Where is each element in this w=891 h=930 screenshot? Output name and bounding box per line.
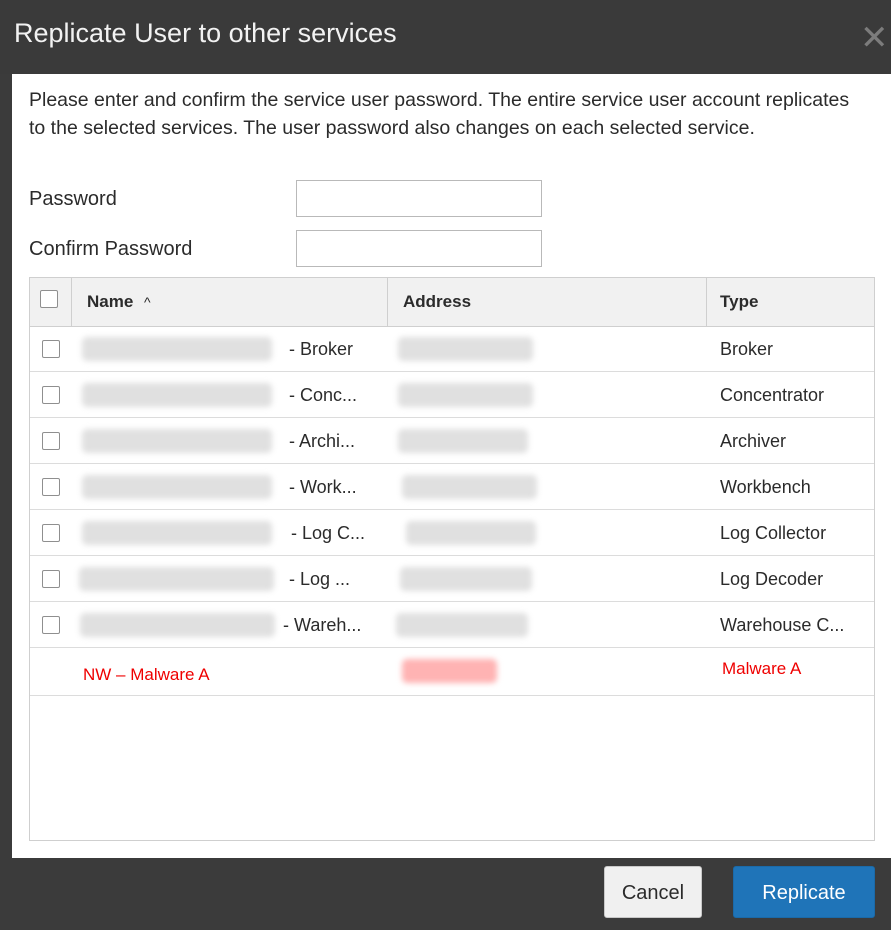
table-row[interactable]: - Conc... Concentrator (30, 372, 874, 418)
table-row[interactable]: - Log C... Log Collector (30, 510, 874, 556)
dialog-titlebar: Replicate User to other services ✕ (0, 0, 891, 74)
redacted-name (80, 613, 275, 637)
service-type: Archiver (720, 431, 787, 451)
select-all-checkbox[interactable] (40, 290, 58, 308)
highlight-service-name: NW – Malware A (83, 665, 210, 684)
sort-ascending-icon: ^ (144, 294, 151, 310)
row-checkbox[interactable] (42, 340, 60, 358)
highlight-service-type: Malware A (722, 659, 802, 678)
redacted-name (82, 475, 272, 499)
redacted-address (398, 429, 528, 453)
service-name-suffix: - Work... (289, 477, 357, 497)
redacted-address (398, 383, 533, 407)
redacted-name (79, 567, 274, 591)
row-checkbox[interactable] (42, 616, 60, 634)
column-header-name[interactable]: Name ^ (87, 278, 387, 326)
redacted-address (396, 613, 528, 637)
table-row[interactable]: - Archi... Archiver (30, 418, 874, 464)
redacted-address (402, 659, 497, 683)
row-checkbox[interactable] (42, 524, 60, 542)
row-checkbox[interactable] (42, 478, 60, 496)
column-header-name-label: Name (87, 292, 134, 311)
row-checkbox[interactable] (42, 386, 60, 404)
redacted-address (406, 521, 536, 545)
service-type: Broker (720, 339, 774, 359)
column-header-address[interactable]: Address (403, 278, 703, 326)
redacted-name (82, 337, 272, 361)
column-divider (706, 278, 707, 326)
row-checkbox[interactable] (42, 570, 60, 588)
service-name-suffix: - Broker (289, 339, 354, 359)
services-table: Name ^ Address Type - Broker Broker - Co… (29, 277, 875, 841)
table-row[interactable]: - Wareh... Warehouse C... (30, 602, 874, 648)
service-type: Workbench (720, 477, 811, 497)
redacted-address (398, 337, 533, 361)
service-type: Log Collector (720, 523, 827, 543)
redacted-address (400, 567, 532, 591)
replicate-button[interactable]: Replicate (733, 866, 875, 918)
confirm-password-input[interactable] (296, 230, 542, 267)
service-name-suffix: - Log C... (291, 523, 366, 543)
password-input[interactable] (296, 180, 542, 217)
service-name-suffix: - Wareh... (283, 615, 362, 635)
redacted-name (82, 521, 272, 545)
redacted-address (402, 475, 537, 499)
column-divider (387, 278, 388, 326)
redacted-name (82, 383, 272, 407)
replicate-user-dialog: Replicate User to other services ✕ Pleas… (0, 0, 891, 930)
service-name-suffix: - Log ... (289, 569, 351, 589)
table-row-highlight[interactable]: NW – Malware A Malware A (30, 648, 874, 696)
confirm-password-label: Confirm Password (29, 238, 193, 260)
column-header-type[interactable]: Type (720, 278, 870, 326)
password-label: Password (29, 188, 117, 210)
close-icon[interactable]: ✕ (860, 18, 891, 58)
table-row[interactable]: - Work... Workbench (30, 464, 874, 510)
dialog-title: Replicate User to other services (14, 18, 397, 48)
column-divider (71, 278, 72, 326)
service-type: Log Decoder (720, 569, 824, 589)
table-header: Name ^ Address Type (30, 278, 874, 327)
instructions-text: Please enter and confirm the service use… (29, 89, 850, 139)
table-row[interactable]: - Log ... Log Decoder (30, 556, 874, 602)
service-name-suffix: - Conc... (289, 385, 358, 405)
dialog-content: Please enter and confirm the service use… (12, 74, 891, 858)
redacted-name (82, 429, 272, 453)
service-type: Concentrator (720, 385, 825, 405)
service-type: Warehouse C... (720, 615, 845, 635)
service-name-suffix: - Archi... (289, 431, 356, 451)
row-checkbox[interactable] (42, 432, 60, 450)
cancel-button[interactable]: Cancel (604, 866, 702, 918)
table-row[interactable]: - Broker Broker (30, 326, 874, 372)
